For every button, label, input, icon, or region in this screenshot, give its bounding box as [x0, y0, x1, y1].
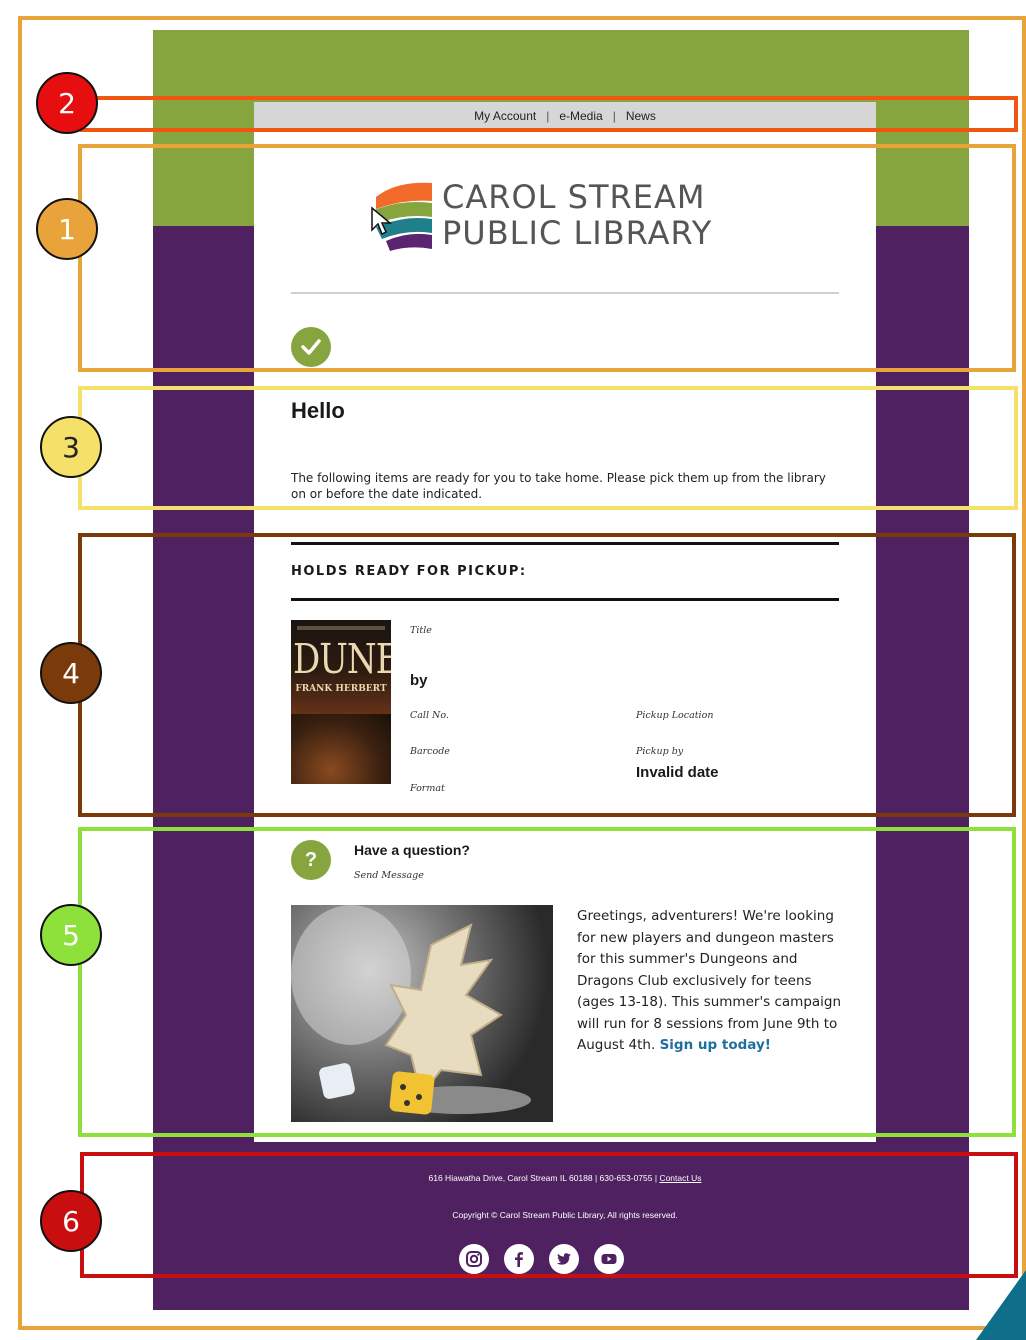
annotation-badge-2: 2 — [36, 72, 98, 134]
annotation-badge-6: 6 — [40, 1190, 102, 1252]
annotation-box-5 — [78, 827, 1016, 1137]
annotation-badge-3: 3 — [40, 416, 102, 478]
annotation-box-1 — [78, 144, 1016, 372]
annotation-badge-5: 5 — [40, 904, 102, 966]
annotation-box-4 — [78, 533, 1016, 817]
annotation-badge-1: 1 — [36, 198, 98, 260]
annotation-box-2 — [80, 96, 1018, 132]
corner-decoration — [976, 1270, 1026, 1340]
annotation-box-6 — [80, 1152, 1018, 1278]
annotation-badge-4: 4 — [40, 642, 102, 704]
annotation-box-3 — [78, 386, 1018, 510]
